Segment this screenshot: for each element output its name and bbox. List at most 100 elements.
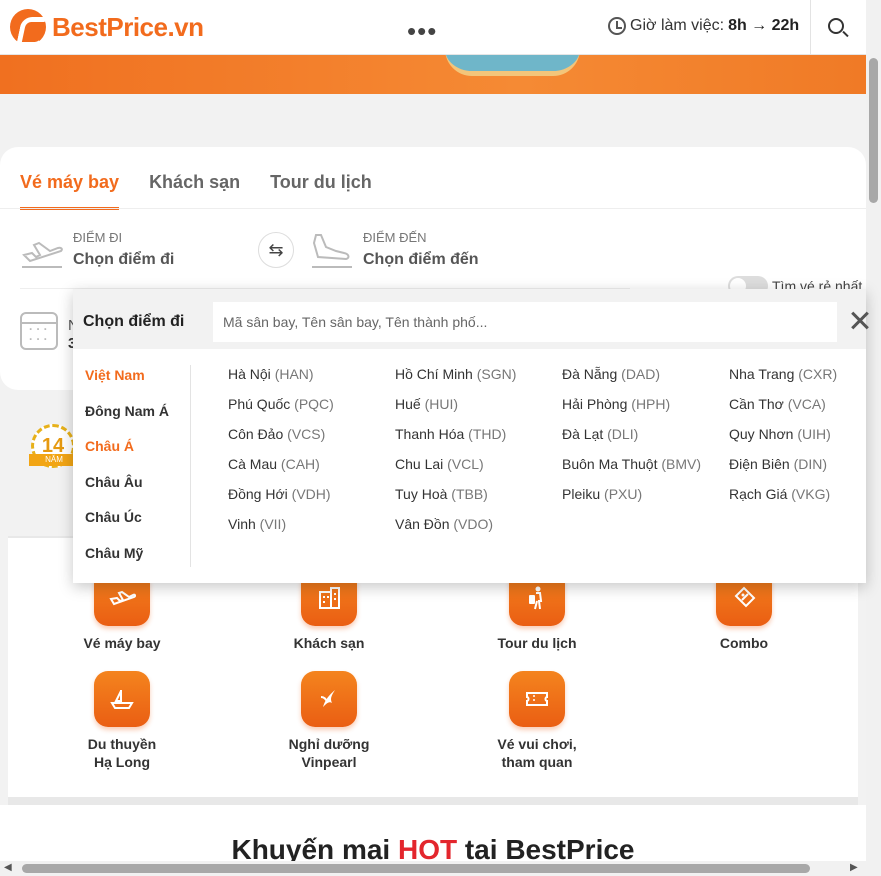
airport-city: Đà Lạt bbox=[562, 426, 604, 442]
airport-code: (VCL) bbox=[447, 456, 484, 472]
service-attractions[interactable]: Vé vui chơi, tham quan bbox=[467, 671, 607, 771]
destination-label: ĐIỂM ĐẾN bbox=[363, 230, 427, 245]
region-america[interactable]: Châu Mỹ bbox=[85, 545, 169, 581]
airport-code: (PQC) bbox=[294, 396, 334, 412]
airport-city: Buôn Ma Thuột bbox=[562, 456, 658, 472]
vertical-scrollbar-thumb[interactable] bbox=[869, 58, 878, 203]
airport-city: Thanh Hóa bbox=[395, 426, 465, 442]
tab-hotels[interactable]: Khách sạn bbox=[149, 172, 240, 210]
logo-mark-icon bbox=[10, 9, 46, 45]
airport-code: (VDO) bbox=[453, 516, 494, 532]
landing-icon bbox=[312, 234, 352, 268]
airport-search-input[interactable] bbox=[213, 302, 837, 342]
airport-option[interactable]: Hải Phòng (HPH) bbox=[562, 395, 729, 413]
airport-option[interactable]: Nha Trang (CXR) bbox=[729, 365, 869, 383]
airport-code: (DAD) bbox=[621, 366, 661, 382]
boat-icon bbox=[94, 671, 150, 727]
calendar-icon bbox=[20, 312, 58, 350]
airport-code: (DIN) bbox=[793, 456, 828, 472]
origin-field[interactable]: ĐIỂM ĐI Chọn điểm đi bbox=[73, 230, 174, 269]
airport-option[interactable]: Pleiku (PXU) bbox=[562, 485, 729, 503]
scroll-left-arrow-icon[interactable]: ◀ bbox=[4, 862, 12, 873]
airport-option[interactable]: Thanh Hóa (THD) bbox=[395, 425, 562, 443]
clock-icon bbox=[608, 17, 626, 35]
airport-option[interactable]: Rạch Giá (VKG) bbox=[729, 485, 869, 503]
service-label: Vé máy bay bbox=[83, 635, 161, 651]
airport-code: (SGN) bbox=[476, 366, 517, 382]
origin-label: ĐIỂM ĐI bbox=[73, 230, 123, 245]
site-header: BestPrice.vn ••• Giờ làm việc: 8h → 22h bbox=[0, 0, 866, 55]
airport-code: (VDH) bbox=[291, 486, 331, 502]
airport-option[interactable]: Vinh (VII) bbox=[228, 515, 395, 533]
bestprice-logo[interactable]: BestPrice.vn bbox=[10, 9, 204, 45]
years-badge: 14 NĂM bbox=[29, 424, 79, 482]
airport-city: Nha Trang bbox=[729, 366, 795, 382]
airport-code: (CXR) bbox=[798, 366, 838, 382]
swap-icon: ⇆ bbox=[268, 239, 284, 260]
airport-option[interactable]: Đà Nẵng (DAD) bbox=[562, 365, 729, 383]
ticket-icon bbox=[509, 671, 565, 727]
airport-city: Đồng Hới bbox=[228, 486, 288, 502]
airport-code: (PXU) bbox=[604, 486, 643, 502]
service-label: Combo bbox=[719, 635, 769, 651]
origin-dropdown: Chọn điểm đi Việt Nam Đông Nam Á Châu Á … bbox=[73, 289, 866, 583]
airport-code: (THD) bbox=[468, 426, 507, 442]
logo-text: BestPrice.vn bbox=[52, 11, 204, 42]
airport-option[interactable]: Chu Lai (VCL) bbox=[395, 455, 562, 473]
destination-value: Chọn điểm đến bbox=[363, 251, 479, 268]
airport-option[interactable]: Cà Mau (CAH) bbox=[228, 455, 395, 473]
airport-option[interactable]: Vân Đồn (VDO) bbox=[395, 515, 562, 533]
airport-city: Vinh bbox=[228, 516, 256, 532]
airport-city: Vân Đồn bbox=[395, 516, 450, 532]
region-australia[interactable]: Châu Úc bbox=[85, 509, 169, 545]
region-vietnam[interactable]: Việt Nam bbox=[85, 367, 169, 403]
airport-option[interactable]: Hồ Chí Minh (SGN) bbox=[395, 365, 562, 383]
airport-city: Điện Biên bbox=[729, 456, 790, 472]
airport-city: Hải Phòng bbox=[562, 396, 628, 412]
search-button[interactable] bbox=[826, 16, 850, 40]
swap-button[interactable]: ⇆ bbox=[258, 232, 294, 268]
search-tabs: Vé máy bay Khách sạn Tour du lịch bbox=[20, 172, 402, 210]
airport-option[interactable]: Đà Lạt (DLI) bbox=[562, 425, 729, 443]
airport-grid: Hà Nội (HAN) Hồ Chí Minh (SGN) Đà Nẵng (DA… bbox=[228, 365, 869, 533]
destination-field[interactable]: ĐIỂM ĐẾN Chọn điểm đến bbox=[363, 230, 479, 269]
airport-city: Hồ Chí Minh bbox=[395, 366, 473, 382]
tab-tours[interactable]: Tour du lịch bbox=[270, 172, 372, 210]
airport-city: Pleiku bbox=[562, 486, 601, 502]
section-divider bbox=[8, 797, 858, 805]
airport-option[interactable]: Điện Biên (DIN) bbox=[729, 455, 869, 473]
airport-option[interactable]: Đồng Hới (VDH) bbox=[228, 485, 395, 503]
airport-city: Huế bbox=[395, 396, 421, 412]
airport-city: Đà Nẵng bbox=[562, 366, 618, 382]
airport-option[interactable]: Tuy Hoà (TBB) bbox=[395, 485, 562, 503]
airport-option[interactable]: Buôn Ma Thuột (BMV) bbox=[562, 455, 729, 473]
airport-city: Quy Nhơn bbox=[729, 426, 794, 442]
airport-option[interactable]: Quy Nhơn (UIH) bbox=[729, 425, 869, 443]
hero-banner bbox=[0, 55, 866, 94]
airport-option[interactable]: Huế (HUI) bbox=[395, 395, 562, 413]
airport-code: (VKG) bbox=[791, 486, 831, 502]
service-label: Vé vui chơi, tham quan bbox=[497, 736, 577, 770]
working-hours: Giờ làm việc: 8h → 22h bbox=[608, 17, 799, 35]
airport-option[interactable]: Hà Nội (HAN) bbox=[228, 365, 395, 383]
tab-flights[interactable]: Vé máy bay bbox=[20, 172, 120, 210]
service-label: Tour du lịch bbox=[497, 635, 577, 651]
airport-code: (VII) bbox=[259, 516, 287, 532]
airport-option[interactable]: Côn Đảo (VCS) bbox=[228, 425, 395, 443]
airport-city: Tuy Hoà bbox=[395, 486, 448, 502]
service-label: Du thuyền Hạ Long bbox=[87, 736, 157, 770]
service-cruise[interactable]: Du thuyền Hạ Long bbox=[52, 671, 192, 771]
scroll-right-arrow-icon[interactable]: ▶ bbox=[850, 862, 858, 873]
airport-code: (DLI) bbox=[607, 426, 639, 442]
airport-option[interactable]: Phú Quốc (PQC) bbox=[228, 395, 395, 413]
region-europe[interactable]: Châu Âu bbox=[85, 474, 169, 510]
horizontal-scrollbar-thumb[interactable] bbox=[22, 864, 810, 873]
airport-option[interactable]: Cần Thơ (VCA) bbox=[729, 395, 869, 413]
airport-code: (VCS) bbox=[287, 426, 326, 442]
badge-number: 14 bbox=[41, 435, 65, 457]
more-menu-button[interactable]: ••• bbox=[407, 16, 437, 47]
service-vinpearl[interactable]: Nghỉ dưỡng Vinpearl bbox=[259, 671, 399, 771]
region-southeast-asia[interactable]: Đông Nam Á bbox=[85, 403, 169, 439]
close-icon[interactable] bbox=[849, 309, 871, 331]
region-asia[interactable]: Châu Á bbox=[85, 438, 169, 474]
